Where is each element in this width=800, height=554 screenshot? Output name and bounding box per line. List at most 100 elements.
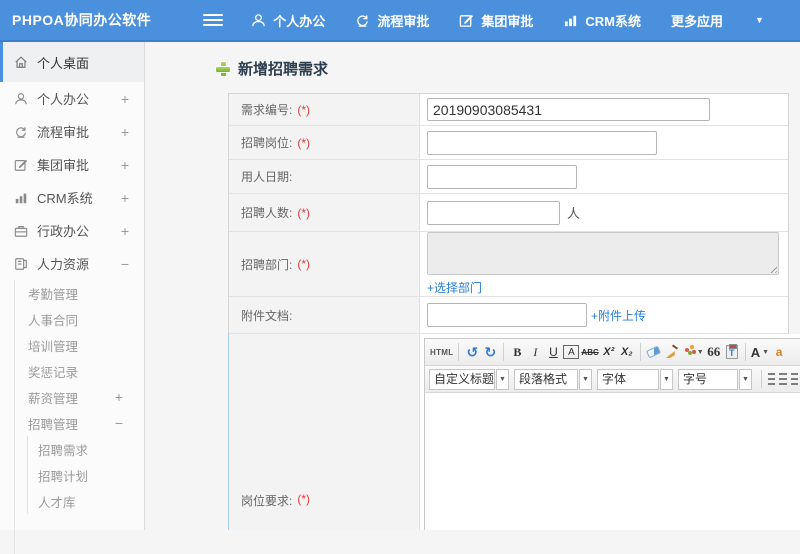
- briefcase-icon: [14, 225, 28, 237]
- person-icon: [252, 13, 266, 26]
- main-content: 新增招聘需求 需求编号: (*) 招聘岗位: (*) 用人日期:: [146, 42, 800, 530]
- required-mark: (*): [297, 492, 311, 506]
- format-brush-icon[interactable]: [664, 342, 680, 362]
- chevron-down-icon: ▼: [579, 368, 592, 390]
- expand-icon[interactable]: +: [121, 157, 129, 173]
- more-apps-caret-icon[interactable]: ▼: [755, 15, 764, 25]
- headcount-input[interactable]: [427, 200, 560, 225]
- sidebar-item-recruit-demand[interactable]: 招聘需求: [28, 436, 144, 462]
- align-right-icon[interactable]: [790, 373, 798, 385]
- app-logo: PHPOA协同办公软件: [12, 12, 152, 28]
- sidebar-item-hr[interactable]: 人力资源 −: [0, 247, 144, 280]
- page-title: 新增招聘需求: [216, 58, 328, 79]
- edit-icon: [460, 14, 474, 27]
- bold-button[interactable]: B: [509, 342, 525, 362]
- recruit-demand-form: 需求编号: (*) 招聘岗位: (*) 用人日期:: [228, 93, 800, 530]
- field-label: 需求编号:: [241, 103, 293, 117]
- expand-icon[interactable]: +: [121, 190, 129, 206]
- chevron-down-icon: ▼: [660, 368, 673, 390]
- font-style-button[interactable]: A: [563, 345, 580, 359]
- workflow-icon: [357, 14, 369, 27]
- expand-icon[interactable]: +: [121, 124, 129, 140]
- sidebar: 个人桌面 个人办公 + 流程审批 + 集团审批 + CRM系统 + 行政办公 +…: [0, 42, 145, 554]
- html-source-button[interactable]: HTML: [430, 342, 453, 362]
- underline-button[interactable]: U: [545, 342, 561, 362]
- sidebar-item-recruit-plan[interactable]: 招聘计划: [28, 462, 144, 488]
- home-icon: [15, 56, 27, 68]
- upload-attachment-link[interactable]: +附件上传: [591, 307, 646, 324]
- expand-icon[interactable]: +: [121, 91, 129, 107]
- sidebar-item-crm[interactable]: CRM系统 +: [0, 181, 144, 214]
- demand-no-input[interactable]: [427, 98, 710, 121]
- superscript-button[interactable]: X²: [601, 342, 617, 362]
- book-icon: [15, 257, 27, 270]
- form-row-headcount: 招聘人数: (*) 人: [229, 194, 788, 232]
- italic-button[interactable]: I: [527, 342, 543, 362]
- form-row-demand-no: 需求编号: (*): [229, 94, 788, 126]
- subscript-button[interactable]: X₂: [619, 342, 635, 362]
- form-row-requirements: 岗位要求: (*) HTML ↺ ↻ B I U A ABC X² X₂ ▼ 6…: [228, 333, 800, 530]
- sidebar-item-recruitment[interactable]: 招聘管理 −: [15, 410, 144, 436]
- sidebar-item-rewards[interactable]: 奖惩记录: [15, 358, 144, 384]
- sidebar-item-salary[interactable]: 薪资管理 +: [15, 384, 144, 410]
- position-input[interactable]: [427, 130, 657, 155]
- sidebar-item-training[interactable]: 培训管理: [15, 332, 144, 358]
- background-color-button[interactable]: a: [771, 342, 787, 362]
- field-label: 招聘部门:: [241, 257, 293, 272]
- sidebar-item-desktop[interactable]: 个人桌面: [0, 42, 144, 82]
- custom-title-select[interactable]: 自定义标题 ▼: [429, 368, 509, 390]
- bar-chart-icon: [565, 15, 577, 26]
- align-left-icon[interactable]: [768, 373, 776, 385]
- form-row-department: 招聘部门: (*) +选择部门: [229, 232, 788, 297]
- eraser-icon[interactable]: [646, 342, 662, 362]
- font-color-button[interactable]: A ▼: [751, 342, 769, 362]
- sidebar-item-admin-office[interactable]: 行政办公 +: [0, 214, 144, 247]
- workflow-icon: [16, 126, 26, 138]
- bar-chart-icon: [15, 193, 27, 203]
- sidebar-item-group-approval[interactable]: 集团审批 +: [0, 148, 144, 181]
- attachment-input[interactable]: [427, 303, 587, 327]
- hr-submenu: 考勤管理 人事合同 培训管理 奖惩记录 薪资管理 + 招聘管理 − 招聘需求 招…: [14, 280, 144, 554]
- collapse-icon[interactable]: −: [115, 415, 123, 431]
- hire-date-input[interactable]: [427, 164, 577, 189]
- recruitment-submenu: 招聘需求 招聘计划 人才库: [27, 436, 144, 514]
- field-label: 招聘人数:: [241, 206, 293, 220]
- undo-icon[interactable]: ↺: [464, 342, 480, 362]
- person-icon: [15, 92, 27, 104]
- collapse-icon[interactable]: −: [121, 256, 129, 272]
- font-size-select[interactable]: 字号 ▼: [678, 368, 752, 390]
- menu-personal-office[interactable]: 个人办公: [251, 11, 325, 30]
- sidebar-item-attendance[interactable]: 考勤管理: [15, 280, 144, 306]
- sidebar-item-workflow-approval[interactable]: 流程审批 +: [0, 115, 144, 148]
- menu-more-apps[interactable]: 更多应用: [671, 11, 723, 30]
- hamburger-menu-icon[interactable]: [203, 11, 224, 29]
- paste-from-word-icon[interactable]: [724, 342, 740, 362]
- editor-content-area[interactable]: [425, 393, 800, 530]
- header-menu: 个人办公 流程审批 集团审批 CRM系统 更多应用 ▼: [251, 11, 794, 30]
- form-row-position: 招聘岗位: (*): [229, 126, 788, 160]
- form-row-hire-date: 用人日期:: [229, 160, 788, 194]
- sidebar-item-talent-pool[interactable]: 人才库: [28, 488, 144, 514]
- strikethrough-button[interactable]: ABC: [581, 342, 598, 362]
- edit-icon: [14, 159, 28, 171]
- menu-crm-system[interactable]: CRM系统: [563, 11, 641, 30]
- sidebar-item-hr-contract[interactable]: 人事合同: [15, 306, 144, 332]
- select-department-link[interactable]: +选择部门: [427, 279, 482, 296]
- menu-group-approval[interactable]: 集团审批: [459, 11, 533, 30]
- green-plus-icon: [216, 61, 230, 76]
- expand-icon[interactable]: +: [115, 389, 123, 405]
- paragraph-format-select[interactable]: 段落格式 ▼: [514, 368, 592, 390]
- color-palette-icon[interactable]: ▼: [682, 342, 704, 362]
- required-mark: (*): [297, 102, 311, 117]
- align-center-icon[interactable]: [779, 373, 787, 385]
- expand-icon[interactable]: +: [121, 223, 129, 239]
- chevron-down-icon: ▼: [496, 368, 509, 390]
- sidebar-item-personal-office[interactable]: 个人办公 +: [0, 82, 144, 115]
- field-label: 招聘岗位:: [241, 136, 293, 150]
- menu-workflow-approval[interactable]: 流程审批: [355, 11, 429, 30]
- department-textarea[interactable]: [427, 232, 779, 275]
- resize-handle[interactable]: [768, 264, 777, 273]
- redo-icon[interactable]: ↻: [482, 342, 498, 362]
- font-family-select[interactable]: 字体 ▼: [597, 368, 673, 390]
- blockquote-button[interactable]: 66: [706, 342, 722, 362]
